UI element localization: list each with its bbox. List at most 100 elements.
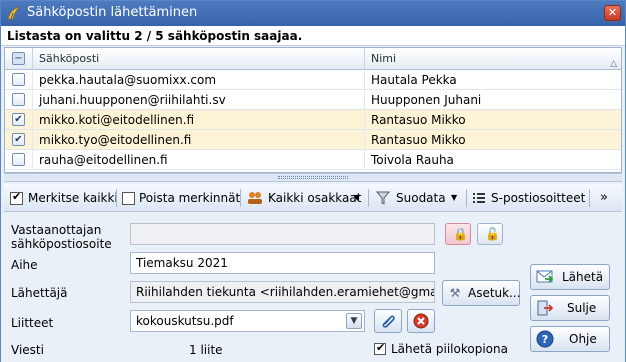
app-logo-icon: [7, 6, 21, 20]
addresses-button[interactable]: S-postiosoitteet: [473, 188, 586, 208]
select-all-checkbox[interactable]: −: [12, 52, 25, 65]
attachment-value: kokouskutsu.pdf: [136, 314, 234, 328]
name-cell[interactable]: Rantasuo Mikko: [365, 130, 621, 150]
attachment-count: 1 liite: [189, 343, 223, 357]
table-row[interactable]: juhani.huupponen@riihilahti.sv Huupponen …: [5, 90, 621, 110]
chevron-down-icon: ▼: [451, 193, 458, 202]
recipient-label-line1: Vastaanottajan: [11, 223, 102, 237]
email-cell[interactable]: juhani.huupponen@riihilahti.sv: [33, 90, 365, 110]
close-button[interactable]: Sulje: [530, 295, 610, 321]
toolbar-separator: [589, 189, 590, 207]
people-icon: [248, 192, 262, 204]
help-icon: ?: [536, 330, 554, 348]
table-row[interactable]: ✔ mikko.tyo@eitodellinen.fi Rantasuo Mikko: [5, 130, 621, 150]
email-dialog: Sähköpostin lähettäminen ✕ Listasta on v…: [0, 0, 626, 362]
attachments-label: Liitteet: [11, 316, 54, 330]
close-button-label: Sulje: [567, 301, 597, 315]
list-icon: [473, 193, 485, 203]
name-cell[interactable]: Rantasuo Mikko: [365, 110, 621, 130]
header-check-cell[interactable]: −: [5, 48, 33, 70]
email-cell[interactable]: mikko.koti@eitodellinen.fi: [33, 110, 365, 130]
message-label: Viesti: [11, 343, 44, 357]
row-check-cell[interactable]: ✔: [5, 130, 33, 150]
row-checkbox[interactable]: [12, 153, 25, 166]
unlock-button[interactable]: 🔓: [477, 223, 503, 245]
close-window-button[interactable]: ✕: [604, 5, 621, 21]
column-header-email[interactable]: Sähköposti: [33, 48, 365, 70]
email-cell[interactable]: rauha@eitodellinen.fi: [33, 150, 365, 170]
window-title: Sähköpostin lähettäminen: [27, 5, 198, 20]
attachment-select[interactable]: kokouskutsu.pdf ▼: [130, 310, 365, 332]
recipient-field[interactable]: [130, 223, 435, 245]
toolbar-separator: [368, 189, 369, 207]
toolbar-separator: [466, 189, 467, 207]
send-button[interactable]: Lähetä: [530, 264, 610, 290]
toolbar-overflow-icon[interactable]: »: [600, 188, 608, 208]
splitter-grip-icon: [278, 176, 348, 179]
name-cell[interactable]: Huupponen Juhani: [365, 90, 621, 110]
splitter-handle[interactable]: [4, 173, 622, 182]
filter-label: Suodata: [396, 191, 446, 205]
table-row[interactable]: pekka.hautala@suomixx.com Hautala Pekka: [5, 70, 621, 90]
row-checkbox[interactable]: [12, 73, 25, 86]
remove-attachment-button[interactable]: [407, 309, 435, 333]
clear-all-checkbox[interactable]: [122, 192, 135, 205]
lock-button[interactable]: 🔒: [445, 223, 471, 245]
lock-icon: 🔒: [453, 227, 468, 241]
sender-label: Lähettäjä: [11, 286, 68, 300]
bcc-checkbox[interactable]: [374, 341, 386, 355]
settings-button[interactable]: ⚒ Asetuk...: [442, 280, 521, 306]
selection-info-bar: Listasta on valittu 2 / 5 sähköpostin sa…: [1, 26, 625, 46]
toolbar-separator: [116, 189, 117, 207]
row-check-cell[interactable]: [5, 90, 33, 110]
selection-count-text: Listasta on valittu 2 / 5 sähköpostin sa…: [7, 29, 303, 43]
bcc-label[interactable]: Lähetä piilokopiona: [391, 342, 508, 356]
wrench-icon: ⚒: [449, 286, 461, 300]
addresses-label: S-postiosoitteet: [491, 191, 586, 205]
paperclip-icon: [382, 315, 395, 328]
grid-toolbar: Merkitse kaikki Poista merkinnät Kaikki …: [4, 184, 622, 212]
subject-label: Aihe: [11, 258, 38, 272]
filter-dropdown[interactable]: Suodata ▼: [376, 188, 460, 208]
row-check-cell[interactable]: [5, 150, 33, 170]
chevron-down-icon[interactable]: ▼: [346, 313, 362, 329]
message-form: Vastaanottajan sähköpostiosoite 🔒 🔓 Aihe…: [1, 213, 625, 362]
grid-header: − Sähköposti Nimi △: [5, 48, 621, 70]
send-button-label: Lähetä: [562, 270, 604, 284]
funnel-icon: [376, 191, 390, 205]
help-button-label: Ohje: [569, 332, 597, 346]
table-row[interactable]: rauha@eitodellinen.fi Toivola Rauha: [5, 150, 621, 170]
help-button[interactable]: ? Ohje: [530, 326, 610, 352]
email-cell[interactable]: mikko.tyo@eitodellinen.fi: [33, 130, 365, 150]
sender-field[interactable]: Riihilahden tiekunta <riihilahden.eramie…: [130, 281, 435, 303]
column-header-name[interactable]: Nimi △: [365, 48, 621, 70]
email-cell[interactable]: pekka.hautala@suomixx.com: [33, 70, 365, 90]
toolbar-separator: [240, 189, 241, 207]
name-cell[interactable]: Toivola Rauha: [365, 150, 621, 170]
select-all-toggle[interactable]: [10, 190, 23, 205]
recipient-grid: − Sähköposti Nimi △ pekka.hautala@suomix…: [4, 47, 622, 173]
settings-button-label: Asetuk...: [468, 286, 521, 300]
chevron-down-icon: ▼: [354, 193, 361, 202]
svg-text:?: ?: [542, 333, 548, 346]
unlock-icon: 🔓: [485, 227, 500, 241]
column-header-name-label: Nimi: [371, 52, 397, 65]
delete-icon: [413, 313, 429, 329]
title-bar[interactable]: Sähköpostin lähettäminen ✕: [1, 1, 625, 26]
table-row[interactable]: ✔ mikko.koti@eitodellinen.fi Rantasuo Mikk…: [5, 110, 621, 130]
exit-door-icon: [537, 300, 554, 316]
all-members-dropdown[interactable]: Kaikki osakkaat ▼: [247, 188, 361, 208]
row-check-cell[interactable]: [5, 70, 33, 90]
recipient-label-line2: sähköpostiosoite: [11, 237, 112, 251]
add-attachment-button[interactable]: [374, 309, 402, 333]
name-cell[interactable]: Hautala Pekka: [365, 70, 621, 90]
send-mail-icon: [536, 270, 554, 283]
clear-all-label[interactable]: Poista merkinnät: [139, 188, 240, 208]
all-members-label: Kaikki osakkaat: [268, 191, 362, 205]
subject-field[interactable]: Tiemaksu 2021: [130, 252, 435, 274]
row-checkbox[interactable]: ✔: [12, 133, 25, 146]
row-checkbox[interactable]: ✔: [12, 113, 25, 126]
row-checkbox[interactable]: [12, 93, 25, 106]
row-check-cell[interactable]: ✔: [5, 110, 33, 130]
select-all-label[interactable]: Merkitse kaikki: [28, 188, 118, 208]
